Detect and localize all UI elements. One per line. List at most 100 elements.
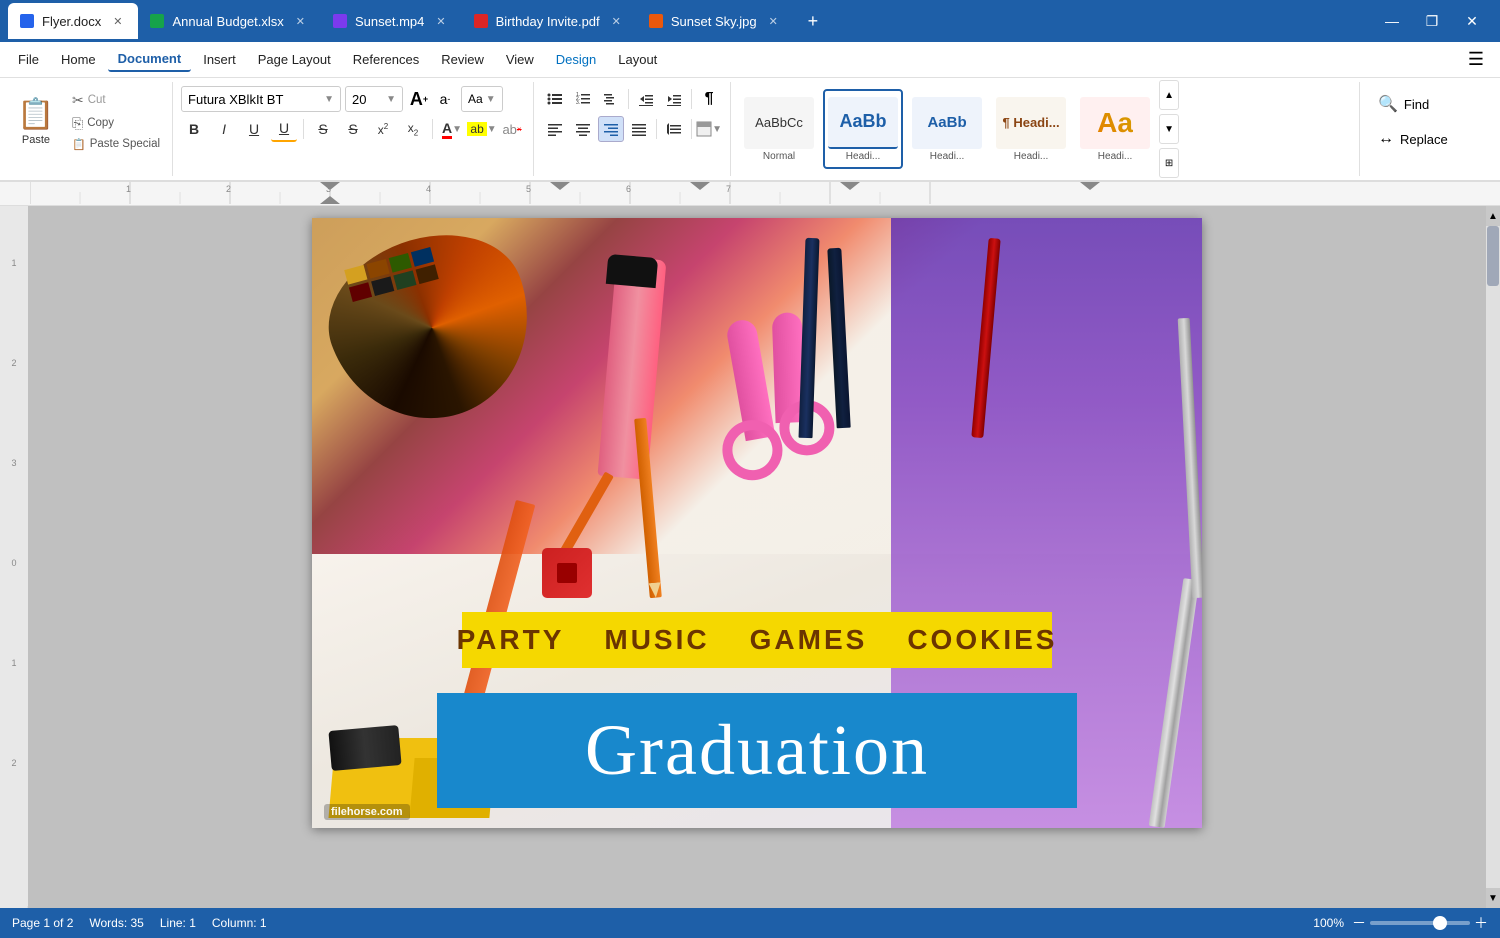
font-size-buttons: A+ a-: [407, 87, 457, 111]
menu-references[interactable]: References: [343, 48, 429, 71]
bold-button[interactable]: B: [181, 116, 207, 142]
decrease-indent-button[interactable]: [633, 86, 659, 112]
tab-close-sunsetsky[interactable]: ✕: [765, 13, 782, 30]
tab-sunset[interactable]: Sunset.mp4 ✕: [321, 3, 462, 39]
font-row-2: B I U U S S x2 x2 A ▼ ab ▼ ab×: [181, 116, 525, 142]
shading-dropdown-arrow: ▼: [712, 124, 722, 135]
styles-scroll-up[interactable]: ▲: [1159, 80, 1179, 110]
font-size-decrease-button[interactable]: a-: [433, 87, 457, 111]
add-tab-button[interactable]: +: [798, 6, 828, 36]
tab-label-flyer: Flyer.docx: [42, 14, 101, 29]
restore-button[interactable]: ❐: [1412, 0, 1452, 42]
zoom-control[interactable]: － ＋: [1352, 913, 1488, 933]
change-case-button[interactable]: Aa ▼: [461, 86, 503, 112]
align-center-button[interactable]: [570, 116, 596, 142]
paste-button[interactable]: 📋 Paste: [8, 86, 64, 156]
scissors-icon: ✂: [72, 92, 84, 109]
styles-scroll-down[interactable]: ▼: [1159, 114, 1179, 144]
superscript-button[interactable]: x2: [370, 116, 396, 142]
svg-text:2: 2: [11, 758, 16, 768]
menu-insert[interactable]: Insert: [193, 48, 246, 71]
align-right-button[interactable]: [598, 116, 624, 142]
tab-flyer[interactable]: Flyer.docx ✕: [8, 3, 138, 39]
tab-birthday[interactable]: Birthday Invite.pdf ✕: [462, 3, 637, 39]
menu-pagelayout[interactable]: Page Layout: [248, 48, 341, 71]
style-heading3[interactable]: ¶ Headi... Headi...: [991, 89, 1071, 169]
replace-button[interactable]: ↔ Replace: [1372, 126, 1488, 152]
menu-document[interactable]: Document: [108, 47, 192, 72]
font-color-button[interactable]: A ▼: [439, 116, 465, 142]
filehorse-watermark: filehorse.com: [324, 804, 410, 820]
vertical-scrollbar[interactable]: ▲ ▼: [1486, 206, 1500, 908]
cut-button[interactable]: ✂ Cut: [68, 90, 164, 111]
style-heading4[interactable]: Aa Headi...: [1075, 89, 1155, 169]
close-button[interactable]: ✕: [1452, 0, 1492, 42]
double-strikethrough-button[interactable]: S: [340, 116, 366, 142]
paste-special-button[interactable]: 📋 Paste Special: [68, 136, 164, 153]
copy-button[interactable]: ⎘ Copy: [68, 113, 164, 134]
zoom-in-button[interactable]: ＋: [1474, 913, 1488, 933]
clear-formatting-button[interactable]: ab×: [499, 116, 525, 142]
italic-button[interactable]: I: [211, 116, 237, 142]
underline2-button[interactable]: U: [271, 116, 297, 142]
find-label: Find: [1404, 97, 1429, 112]
increase-indent-button[interactable]: [661, 86, 687, 112]
paste-group: 📋 Paste ✂ Cut ⎘ Copy 📋 Paste Special: [0, 82, 173, 176]
style-normal[interactable]: AaBbCc Normal: [739, 89, 819, 169]
menu-review[interactable]: Review: [431, 48, 494, 71]
menu-view[interactable]: View: [496, 48, 544, 71]
tab-icon-budget: [150, 14, 164, 28]
styles-expand[interactable]: ⊞: [1159, 148, 1179, 178]
hamburger-menu-icon[interactable]: ☰: [1460, 45, 1492, 74]
paste-small-buttons: ✂ Cut ⎘ Copy 📋 Paste Special: [68, 90, 164, 153]
font-color-dropdown-arrow: ▼: [452, 124, 462, 135]
menu-layout[interactable]: Layout: [608, 48, 667, 71]
multilevel-list-button[interactable]: [598, 86, 624, 112]
paragraph-row-2: ▼: [542, 116, 722, 142]
font-family-dropdown-arrow: ▼: [324, 94, 334, 105]
tab-close-flyer[interactable]: ✕: [109, 13, 126, 30]
line-spacing-button[interactable]: [661, 116, 687, 142]
tab-budget[interactable]: Annual Budget.xlsx ✕: [138, 3, 321, 39]
style-heading2[interactable]: AaBb Headi...: [907, 89, 987, 169]
style-heading1[interactable]: AaBb Headi...: [823, 89, 903, 169]
para-separator-3: [656, 119, 657, 139]
party-item-2: GAMES: [750, 624, 868, 656]
justify-button[interactable]: [626, 116, 652, 142]
font-family-selector[interactable]: Futura XBlkIt BT ▼: [181, 86, 341, 112]
strikethrough-button[interactable]: S: [310, 116, 336, 142]
main-area: 1 2 3 0 1 2: [0, 206, 1500, 908]
menu-home[interactable]: Home: [51, 48, 106, 71]
document-area[interactable]: PARTY MUSIC GAMES COOKIES Graduation fil…: [28, 206, 1486, 908]
menu-file[interactable]: File: [8, 48, 49, 71]
zoom-slider[interactable]: [1370, 921, 1470, 925]
menu-design[interactable]: Design: [546, 48, 606, 71]
zoom-out-button[interactable]: －: [1352, 913, 1366, 933]
party-item-3: COOKIES: [907, 624, 1057, 656]
shading-button[interactable]: ▼: [696, 116, 722, 142]
tab-icon-sunsetsky: [649, 14, 663, 28]
numbering-button[interactable]: 1.2.3.: [570, 86, 596, 112]
style-heading2-text: AaBb: [927, 114, 966, 131]
align-left-button[interactable]: [542, 116, 568, 142]
tab-close-budget[interactable]: ✕: [292, 13, 309, 30]
find-button[interactable]: 🔍 Find: [1372, 90, 1488, 118]
style-heading3-preview: ¶ Headi...: [996, 97, 1066, 149]
font-size-selector[interactable]: 20 ▼: [345, 86, 403, 112]
svg-text:6: 6: [626, 184, 631, 194]
tab-close-sunset[interactable]: ✕: [432, 13, 449, 30]
style-heading3-text: ¶ Headi...: [1002, 115, 1059, 130]
tab-close-birthday[interactable]: ✕: [608, 13, 625, 30]
svg-text:1: 1: [11, 658, 16, 668]
show-hide-button[interactable]: ¶: [696, 86, 722, 112]
paragraph-row-1: 1.2.3. ¶: [542, 86, 722, 112]
para-separator-2: [691, 89, 692, 109]
tab-sunsetsky[interactable]: Sunset Sky.jpg ✕: [637, 3, 794, 39]
underline-button[interactable]: U: [241, 116, 267, 142]
font-group-label: [181, 168, 525, 172]
highlight-color-button[interactable]: ab ▼: [469, 116, 495, 142]
subscript-button[interactable]: x2: [400, 116, 426, 142]
bullets-button[interactable]: [542, 86, 568, 112]
minimize-button[interactable]: —: [1372, 0, 1412, 42]
font-size-increase-button[interactable]: A+: [407, 87, 431, 111]
